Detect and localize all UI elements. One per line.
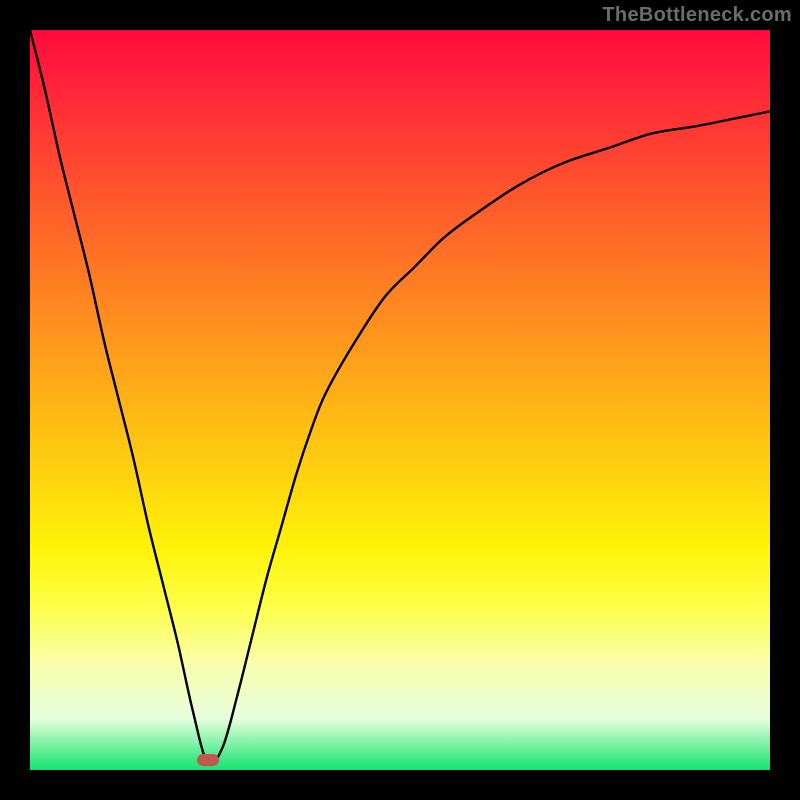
chart-container: TheBottleneck.com — [0, 0, 800, 800]
min-marker — [197, 754, 219, 766]
watermark-text: TheBottleneck.com — [602, 4, 792, 27]
plot-area — [30, 30, 770, 770]
curve-svg — [30, 30, 770, 770]
curve-path — [30, 30, 770, 765]
